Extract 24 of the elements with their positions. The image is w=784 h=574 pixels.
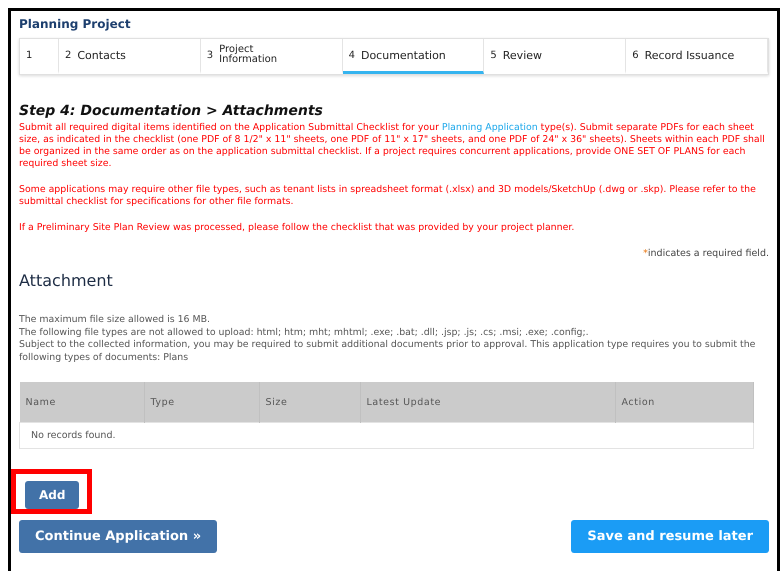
column-header: Size xyxy=(259,382,360,422)
step-tab[interactable]: 6 Record Issuance xyxy=(626,39,768,74)
page-title: Planning Project xyxy=(19,17,132,31)
column-header: Name xyxy=(20,382,144,422)
add-button[interactable]: Add xyxy=(25,481,80,509)
section-title: Attachment xyxy=(19,271,114,290)
required-mark: * xyxy=(643,248,648,259)
continue-button[interactable]: Continue Application » xyxy=(19,520,218,553)
step-tab[interactable]: 4 Documentation xyxy=(342,39,484,74)
column-header: Latest Update xyxy=(360,382,615,422)
instruction-text: If a Preliminary Site Plan Review was processed, please follow the checklist that was provided by your project planner. xyxy=(19,222,576,234)
step-tab[interactable]: 1 xyxy=(20,39,59,74)
info-text: The maximum file size allowed is 16 MB. xyxy=(19,314,211,326)
column-header: Type xyxy=(144,382,259,422)
step-heading: Step 4: Documentation > Attachments xyxy=(19,103,324,119)
empty-message: No records found. xyxy=(20,422,754,448)
column-header: Action xyxy=(615,382,754,422)
instruction-text: Submit all required digital items identified on the Application Submittal Checklist for your Planning Application type(s). Submit separate PDFs for each sheet size, as indicated in the checklist (one PDF of 8 1/2" x 11" sheets, one PDF of 11" x 17" sheets, and one PDF of 24" x 36" sheets). Sheets within each PDF shall be organized in the same order as on the application submittal checklist. If a project requires concurrent applications, provide ONE SET OF PLANS for each required sheet size. xyxy=(19,122,766,170)
info-text: The following file types are not allowed to upload: html; htm; mht; mhtml; .exe; .bat; .dll; .jsp; .js; .cs; .msi; .exe; .config;. xyxy=(19,326,590,339)
info-text: Subject to the collected information, you may be required to submit additional documents prior to approval. This application type requires you to submit the following types of documents: Plans xyxy=(19,339,756,364)
step-tab[interactable]: 5 Review xyxy=(484,39,626,74)
instruction-text: Some applications may require other file types, such as tenant lists in spreadsheet format (.xlsx) and 3D models/SketchUp (.dwg or .skp). Please refer to the submittal checklist for specifications for other file formats. xyxy=(19,184,757,208)
required-note: indicates a required field. xyxy=(648,248,769,259)
step-tab[interactable]: 2 Contacts xyxy=(59,39,201,74)
